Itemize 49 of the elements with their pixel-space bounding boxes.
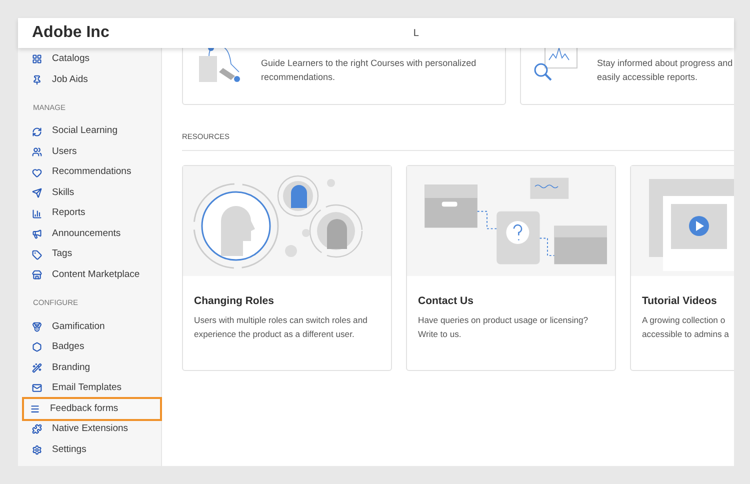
paper-plane-icon bbox=[32, 188, 42, 198]
wand-icon bbox=[32, 362, 42, 373]
sidebar-item[interactable]: Skills bbox=[26, 182, 153, 204]
bar-chart-icon bbox=[32, 208, 42, 218]
card-title: Tutorial Videos bbox=[642, 294, 718, 310]
heart-icon bbox=[32, 168, 42, 178]
sidebar-item[interactable]: Announcements bbox=[26, 224, 153, 244]
card-title: Changing Roles bbox=[194, 294, 275, 310]
feature-card[interactable]: Guide Learners to the right Courses with personalized recommendations. bbox=[182, 48, 506, 105]
sidebar-item[interactable]: Settings bbox=[26, 440, 153, 460]
sidebar-item[interactable]: Badges bbox=[26, 337, 153, 358]
sidebar-item[interactable]: Branding bbox=[26, 358, 153, 378]
mail-icon bbox=[32, 383, 42, 394]
sidebar-item[interactable]: Native Extensions bbox=[26, 419, 153, 440]
card-description: A growing collection o accessible to admins a bbox=[642, 314, 730, 341]
header-text: L bbox=[413, 26, 419, 40]
sidebar-item[interactable]: Recommendations bbox=[26, 162, 153, 183]
sidebar-item[interactable]: Job Aids bbox=[26, 70, 153, 90]
refresh-icon bbox=[32, 126, 42, 136]
sidebar-item[interactable]: Email Templates bbox=[26, 378, 153, 398]
menu-icon bbox=[30, 404, 40, 414]
resource-card[interactable]: Changing Roles Users with multiple roles can switch roles and experience the product as a different user. bbox=[182, 165, 392, 372]
card-description: Have queries on product usage or licensing? Write to us. bbox=[418, 314, 590, 341]
megaphone-icon bbox=[32, 229, 42, 239]
feature-card[interactable]: Stay informed about progress and easily accessible reports. bbox=[520, 48, 734, 105]
sidebar-item[interactable]: Catalogs bbox=[26, 49, 153, 70]
card-description: Stay informed about progress and easily accessible reports. bbox=[597, 57, 733, 84]
card-description: Users with multiple roles can switch roles and experience the product as a different user. bbox=[194, 314, 368, 341]
puzzle-icon bbox=[32, 424, 42, 434]
card-title: Contact Us bbox=[418, 294, 474, 310]
sidebar-item[interactable]: Users bbox=[26, 142, 153, 162]
sidebar-item[interactable]: Reports bbox=[26, 203, 153, 224]
sidebar-item[interactable]: Gamification bbox=[26, 316, 153, 337]
store-icon bbox=[32, 270, 42, 280]
sidebar-item[interactable]: Content Marketplace bbox=[26, 264, 153, 286]
users-icon bbox=[32, 147, 42, 157]
medal-icon bbox=[32, 322, 42, 332]
sidebar-item[interactable]: Tags bbox=[26, 244, 153, 265]
recommendation-icon bbox=[197, 48, 243, 84]
pin-icon bbox=[32, 74, 42, 85]
settings-icon bbox=[32, 444, 42, 455]
tag-icon bbox=[32, 250, 42, 260]
hexagon-icon bbox=[32, 342, 42, 352]
resource-card[interactable]: Contact Us Have queries on product usage or licensing? Write to us. bbox=[406, 165, 616, 372]
card-description: Guide Learners to the right Courses with personalized recommendations. bbox=[261, 57, 476, 84]
org-title: Adobe Inc bbox=[32, 23, 110, 43]
grid-icon bbox=[32, 54, 42, 64]
resource-card[interactable]: Tutorial Videos A growing collection o accessible to admins a bbox=[630, 165, 734, 372]
sidebar-item[interactable]: Social Learning bbox=[26, 121, 153, 142]
